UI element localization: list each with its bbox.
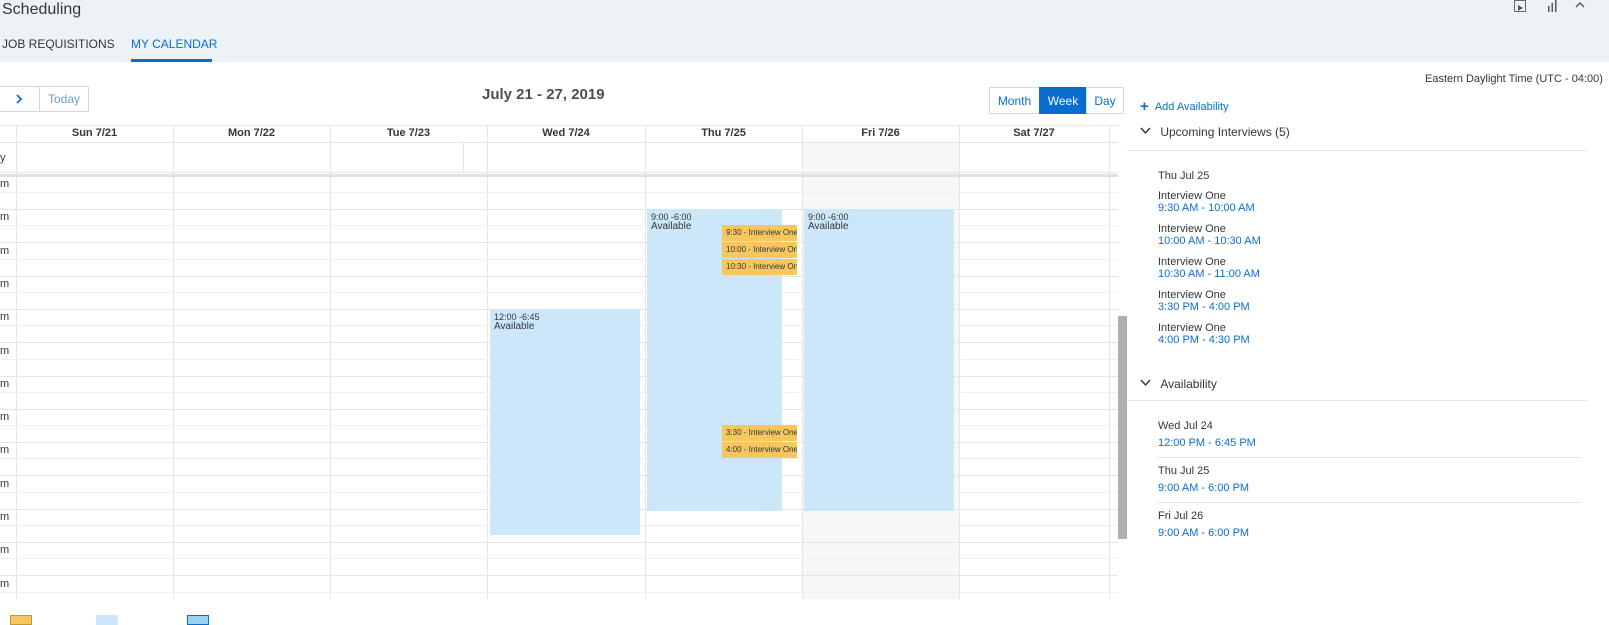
upcoming-interviews-header[interactable]: Upcoming Interviews (5) bbox=[1140, 125, 1290, 139]
section-title: Upcoming Interviews (5) bbox=[1160, 125, 1290, 139]
legend-unavailable-swatch bbox=[187, 615, 209, 625]
half-hour-line bbox=[0, 592, 1118, 593]
time-label: m bbox=[0, 478, 10, 490]
availability-time-link[interactable]: 12:00 PM - 6:45 PM bbox=[1158, 437, 1256, 449]
plus-icon: + bbox=[1140, 98, 1149, 115]
active-tab-indicator bbox=[131, 59, 212, 62]
half-hour-line bbox=[0, 558, 1118, 559]
interview-time-link[interactable]: 4:00 PM - 4:30 PM bbox=[1158, 334, 1250, 346]
tab-my-calendar[interactable]: MY CALENDAR bbox=[131, 37, 217, 51]
time-label: m bbox=[0, 378, 10, 390]
time-label: m bbox=[0, 278, 10, 290]
interview-event[interactable]: 10:00 - Interview One bbox=[722, 242, 797, 258]
availability-block-fri[interactable]: 9:00 -6:00 Available bbox=[804, 209, 954, 511]
collapse-icon[interactable] bbox=[1574, 0, 1586, 13]
divider bbox=[1127, 400, 1587, 401]
row-divider bbox=[0, 142, 1118, 143]
day-header-wed: Wed 7/24 bbox=[542, 127, 590, 139]
chevron-right-icon bbox=[16, 94, 23, 104]
calendar-scrollbar[interactable] bbox=[1118, 316, 1127, 539]
day-header-sun: Sun 7/21 bbox=[71, 127, 118, 139]
add-availability-button[interactable]: + Add Availability bbox=[1140, 98, 1229, 115]
column-divider bbox=[330, 125, 331, 599]
interview-time-link[interactable]: 3:30 PM - 4:00 PM bbox=[1158, 301, 1250, 313]
day-header-tue: Tue 7/23 bbox=[386, 127, 431, 139]
availability-day: Fri Jul 26 bbox=[1158, 510, 1204, 522]
divider bbox=[1158, 457, 1581, 458]
column-divider bbox=[645, 125, 646, 599]
column-divider bbox=[463, 142, 464, 172]
play-icon[interactable] bbox=[1514, 0, 1526, 12]
app-header: Scheduling JOB REQUISITIONS MY CALENDAR bbox=[0, 0, 1609, 62]
column-divider bbox=[959, 125, 960, 599]
column-divider bbox=[16, 125, 17, 599]
divider bbox=[1127, 150, 1587, 151]
add-availability-label: Add Availability bbox=[1154, 101, 1229, 113]
half-hour-line bbox=[0, 192, 1118, 193]
day-header-thu: Thu 7/25 bbox=[701, 127, 746, 139]
app-title: Scheduling bbox=[2, 1, 82, 18]
availability-day: Wed Jul 24 bbox=[1158, 420, 1213, 432]
day-header-mon: Mon 7/22 bbox=[227, 127, 276, 139]
interview-name: Interview One bbox=[1158, 256, 1226, 268]
today-button[interactable]: Today bbox=[39, 86, 89, 112]
legend-interview-swatch bbox=[10, 615, 32, 625]
availability-block-wed[interactable]: 12:00 -6:45 Available bbox=[490, 309, 640, 535]
availability-day: Thu Jul 25 bbox=[1158, 465, 1210, 477]
interview-event[interactable]: 4:00 - Interview One bbox=[722, 442, 797, 458]
event-label: Available bbox=[808, 221, 849, 232]
divider bbox=[1158, 502, 1581, 503]
interview-name: Interview One bbox=[1158, 223, 1226, 235]
day-header-sat: Sat 7/27 bbox=[1013, 127, 1055, 139]
bar-chart-icon[interactable] bbox=[1546, 0, 1560, 15]
legend-available-swatch bbox=[96, 615, 118, 625]
interview-event[interactable]: 9:30 - Interview One bbox=[722, 225, 797, 241]
next-week-button[interactable] bbox=[0, 86, 40, 112]
week-calendar: m m m m m m m m m m m m m Sun 7/21 Mon 7/22 Tue 7/23… bbox=[0, 125, 1125, 599]
interview-name: Interview One bbox=[1158, 190, 1226, 202]
availability-time-link[interactable]: 9:00 AM - 6:00 PM bbox=[1158, 482, 1249, 494]
day-header-fri: Fri 7/26 bbox=[861, 127, 900, 139]
interview-event[interactable]: 10:30 - Interview One bbox=[722, 259, 797, 275]
interview-time-link[interactable]: 10:30 AM - 11:00 AM bbox=[1158, 268, 1260, 280]
event-label: Available bbox=[494, 321, 535, 332]
chevron-down-icon bbox=[1140, 379, 1151, 387]
interview-name: Interview One bbox=[1158, 322, 1226, 334]
hour-line bbox=[0, 575, 1118, 576]
view-month-button[interactable]: Month bbox=[989, 87, 1040, 114]
date-range-title: July 21 - 27, 2019 bbox=[482, 86, 605, 103]
time-label: m bbox=[0, 511, 10, 523]
time-label: m bbox=[0, 245, 10, 257]
upcoming-day: Thu Jul 25 bbox=[1158, 170, 1210, 182]
time-label: m bbox=[0, 411, 10, 423]
interview-event[interactable]: 3:30 - Interview One bbox=[722, 425, 797, 441]
view-week-button[interactable]: Week bbox=[1039, 87, 1087, 114]
time-label: m bbox=[0, 345, 10, 357]
row-divider bbox=[0, 172, 1118, 173]
hour-line bbox=[0, 542, 1118, 543]
event-label: Available bbox=[651, 221, 692, 232]
all-day-separator bbox=[0, 174, 1118, 177]
column-divider bbox=[173, 125, 174, 599]
all-day-label: y bbox=[0, 152, 6, 164]
time-label: m bbox=[0, 444, 10, 456]
interview-time-link[interactable]: 10:00 AM - 10:30 AM bbox=[1158, 235, 1261, 247]
time-label: m bbox=[0, 178, 10, 190]
availability-header[interactable]: Availability bbox=[1140, 377, 1217, 391]
column-divider bbox=[802, 125, 803, 599]
column-divider bbox=[1109, 125, 1110, 599]
time-label: m bbox=[0, 544, 10, 556]
time-label: m bbox=[0, 311, 10, 323]
interview-time-link[interactable]: 9:30 AM - 10:00 AM bbox=[1158, 202, 1255, 214]
chevron-down-icon bbox=[1140, 127, 1151, 135]
time-label: m bbox=[0, 578, 10, 590]
tab-job-requisitions[interactable]: JOB REQUISITIONS bbox=[2, 37, 115, 51]
view-day-button[interactable]: Day bbox=[1086, 87, 1124, 114]
column-divider bbox=[487, 125, 488, 599]
section-title: Availability bbox=[1160, 377, 1217, 391]
timezone-label: Eastern Daylight Time (UTC - 04:00) bbox=[1425, 73, 1603, 85]
time-label: m bbox=[0, 211, 10, 223]
availability-time-link[interactable]: 9:00 AM - 6:00 PM bbox=[1158, 527, 1249, 539]
interview-name: Interview One bbox=[1158, 289, 1226, 301]
